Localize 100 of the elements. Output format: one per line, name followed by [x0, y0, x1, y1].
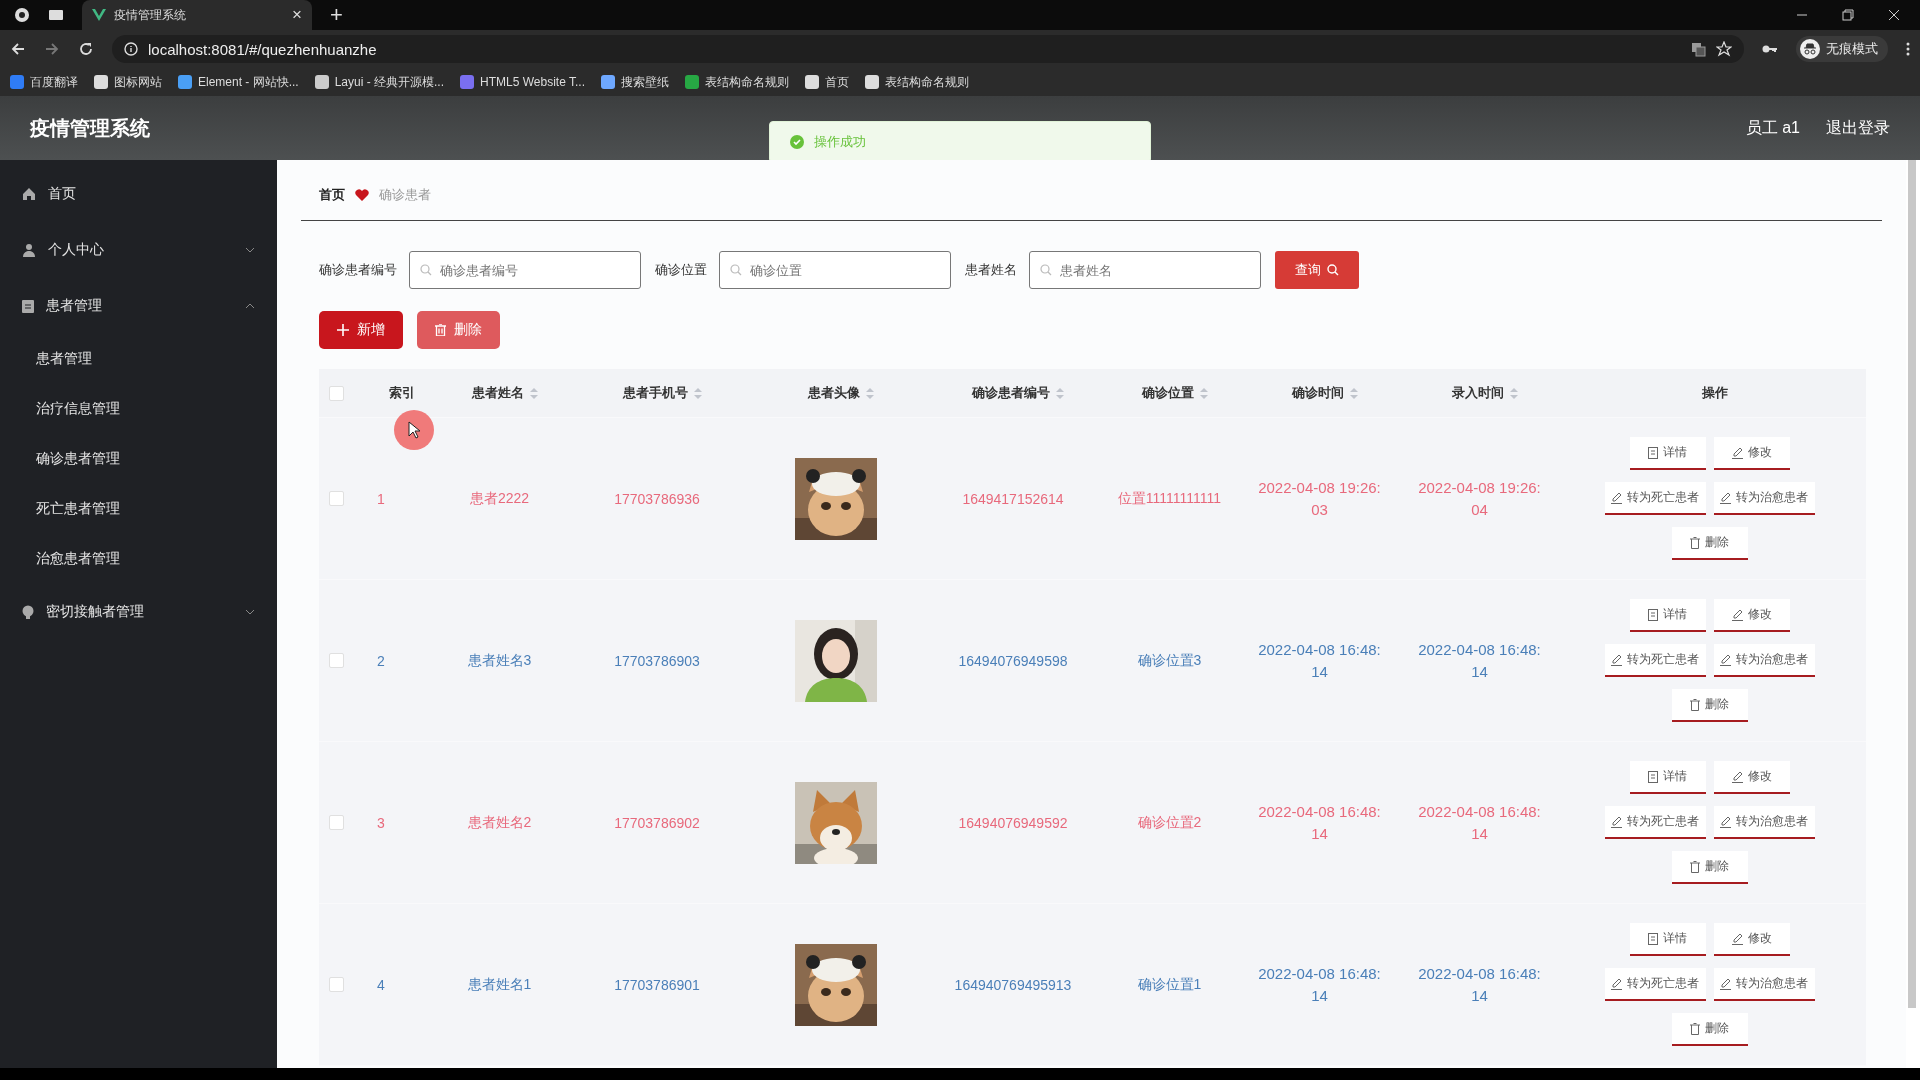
- action-button[interactable]: 详情: [1629, 761, 1706, 794]
- tab-close-button[interactable]: ×: [292, 5, 302, 25]
- submenu-item[interactable]: 确诊患者管理: [0, 434, 277, 484]
- table-cell: 确诊位置1: [1137, 975, 1202, 994]
- row-checkbox[interactable]: [329, 491, 344, 506]
- sort-icon[interactable]: [865, 387, 874, 399]
- action-button[interactable]: 转为死亡患者: [1604, 968, 1706, 1001]
- address-bar[interactable]: localhost:8081/#/quezhenhuanzhe: [112, 35, 1744, 63]
- table-cell-text: 2022-04-08 16:48:14: [1417, 963, 1542, 1006]
- menu-item[interactable]: 患者管理: [0, 278, 277, 334]
- tab-title: 疫情管理系统: [114, 6, 187, 24]
- new-tab-button[interactable]: +: [330, 2, 343, 28]
- breadcrumb-home[interactable]: 首页: [319, 186, 345, 204]
- action-button[interactable]: 删除: [1671, 527, 1748, 560]
- search-field[interactable]: 确诊患者编号: [409, 251, 641, 289]
- url-text: localhost:8081/#/quezhenhuanzhe: [148, 40, 377, 58]
- column-header[interactable]: 患者头像: [807, 384, 860, 402]
- action-button[interactable]: 转为死亡患者: [1604, 644, 1706, 677]
- scrollbar[interactable]: [1908, 160, 1916, 1008]
- trash-icon: [1690, 536, 1700, 549]
- success-icon: [790, 135, 804, 149]
- row-checkbox[interactable]: [329, 977, 344, 992]
- menu-item[interactable]: 个人中心: [0, 222, 277, 278]
- sort-icon[interactable]: [693, 387, 702, 399]
- back-icon[interactable]: [10, 41, 26, 57]
- submenu-item[interactable]: 治疗信息管理: [0, 384, 277, 434]
- column-header[interactable]: 患者姓名: [471, 384, 524, 402]
- action-button[interactable]: 详情: [1629, 923, 1706, 956]
- action-button[interactable]: 转为死亡患者: [1604, 806, 1706, 839]
- translate-icon[interactable]: [1691, 41, 1706, 57]
- sort-icon[interactable]: [529, 387, 538, 399]
- table-cell-text: 2022-04-08 16:48:14: [1257, 639, 1382, 682]
- action-button[interactable]: 转为死亡患者: [1604, 482, 1706, 515]
- logout-link[interactable]: 退出登录: [1826, 117, 1890, 139]
- bookmark[interactable]: 首页: [825, 73, 849, 91]
- action-button[interactable]: 详情: [1629, 599, 1706, 632]
- action-button[interactable]: 删除: [1671, 689, 1748, 722]
- sort-icon[interactable]: [1056, 387, 1064, 399]
- search-label: 患者姓名: [965, 261, 1017, 279]
- column-header[interactable]: 确诊位置: [1141, 384, 1194, 402]
- action-button[interactable]: 修改: [1713, 437, 1790, 470]
- sort-icon[interactable]: [1509, 387, 1518, 399]
- submenu-item[interactable]: 治愈患者管理: [0, 534, 277, 584]
- bookmark[interactable]: Element - 网站快...: [198, 73, 299, 91]
- app-title: 疫情管理系统: [30, 115, 150, 141]
- action-button[interactable]: 删除: [1671, 1013, 1748, 1046]
- menu-item[interactable]: 首页: [0, 166, 277, 222]
- action-button[interactable]: 详情: [1629, 437, 1706, 470]
- star-icon[interactable]: [1716, 41, 1732, 57]
- action-button[interactable]: 修改: [1713, 923, 1790, 956]
- table-cell: 患者姓名2: [467, 813, 532, 832]
- search-field[interactable]: 确诊位置: [719, 251, 951, 289]
- select-all-checkbox[interactable]: [329, 385, 344, 401]
- pencil-icon: [1611, 977, 1622, 990]
- action-button[interactable]: 转为治愈患者: [1713, 806, 1815, 839]
- row-checkbox[interactable]: [329, 653, 344, 668]
- table-cell: 164940769495913: [954, 976, 1072, 993]
- window-icon[interactable]: [48, 8, 64, 22]
- delete-button[interactable]: 删除: [417, 311, 500, 349]
- browser-tab[interactable]: 疫情管理系统 ×: [82, 0, 312, 30]
- restore-icon[interactable]: [1842, 9, 1854, 21]
- action-button[interactable]: 转为治愈患者: [1713, 968, 1815, 1001]
- trash-icon: [1690, 860, 1700, 873]
- column-header[interactable]: 确诊时间: [1291, 384, 1344, 402]
- bookmark[interactable]: 图标网站: [114, 73, 162, 91]
- incognito-badge[interactable]: 无痕模式: [1796, 36, 1888, 62]
- column-header[interactable]: 录入时间: [1451, 384, 1504, 402]
- sort-icon[interactable]: [1199, 387, 1208, 399]
- more-icon[interactable]: [1906, 42, 1910, 56]
- bookmark[interactable]: Layui - 经典开源模...: [334, 73, 445, 91]
- forward-icon[interactable]: [44, 41, 60, 57]
- add-button[interactable]: 新增: [319, 311, 403, 349]
- bookmark[interactable]: 搜索壁纸: [621, 73, 669, 91]
- sort-icon[interactable]: [1349, 387, 1358, 399]
- submenu-item[interactable]: 患者管理: [0, 334, 277, 384]
- column-header[interactable]: 确诊患者编号: [972, 384, 1050, 402]
- toast-message: 操作成功: [814, 133, 866, 151]
- bookmark[interactable]: 百度翻译: [30, 73, 78, 91]
- action-button[interactable]: 删除: [1671, 851, 1748, 884]
- table-cell: 16494076949592: [958, 814, 1068, 831]
- menu-item[interactable]: 密切接触者管理: [0, 584, 277, 640]
- action-button[interactable]: 修改: [1713, 599, 1790, 632]
- table-cell: 17703786901: [614, 976, 700, 993]
- submenu-item[interactable]: 死亡患者管理: [0, 484, 277, 534]
- row-checkbox[interactable]: [329, 815, 344, 830]
- query-button[interactable]: 查询: [1275, 251, 1359, 289]
- bookmark[interactable]: 表结构命名规则: [885, 73, 969, 91]
- bookmark[interactable]: 表结构命名规则: [705, 73, 789, 91]
- action-button[interactable]: 修改: [1713, 761, 1790, 794]
- bookmark[interactable]: HTML5 Website T...: [480, 75, 585, 89]
- search-field[interactable]: 患者姓名: [1029, 251, 1261, 289]
- bookmark-icon: [178, 75, 192, 89]
- key-icon[interactable]: [1762, 43, 1778, 55]
- action-button[interactable]: 转为治愈患者: [1713, 482, 1815, 515]
- pencil-icon: [1731, 608, 1743, 621]
- close-icon[interactable]: [1888, 9, 1900, 21]
- action-button[interactable]: 转为治愈患者: [1713, 644, 1815, 677]
- reload-icon[interactable]: [78, 41, 94, 57]
- search-icon: [1327, 264, 1339, 276]
- column-header[interactable]: 患者手机号: [622, 384, 688, 402]
